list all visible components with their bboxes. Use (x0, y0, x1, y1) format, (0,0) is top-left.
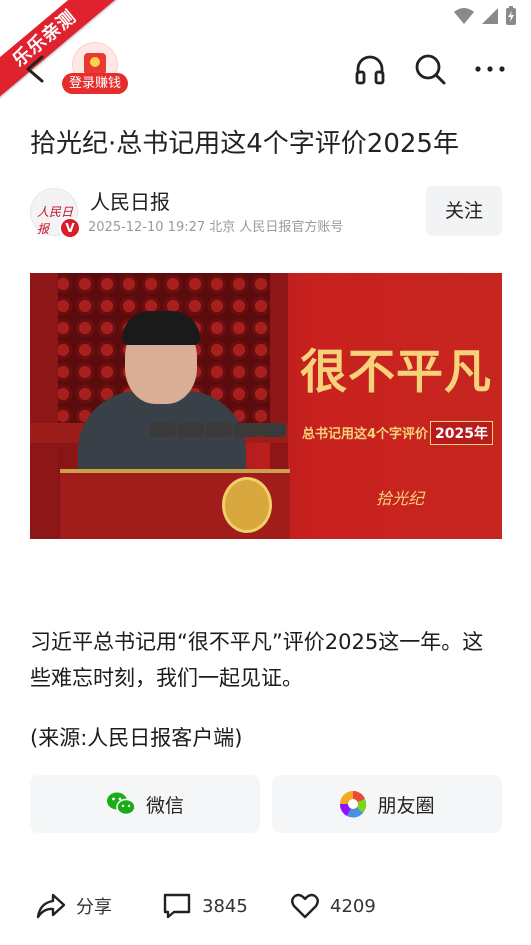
nav-actions (351, 50, 509, 88)
pillar (30, 273, 58, 539)
mic (234, 423, 260, 437)
share-wechat-label: 微信 (145, 794, 184, 817)
hero-headline: 很不平凡 (300, 345, 492, 400)
search-icon[interactable] (411, 50, 449, 88)
national-emblem-icon (222, 477, 272, 533)
share-moments-button[interactable]: 朋友圈 (272, 775, 502, 833)
hero-text-panel: 很不平凡 总书记用这4个字评价 2025年 拾光纪 (288, 273, 502, 539)
microphones (150, 423, 290, 463)
status-icons (453, 6, 517, 26)
speaker-hair (122, 311, 200, 345)
share-action[interactable]: 分享 (36, 892, 112, 920)
mic (178, 423, 204, 437)
comment-count: 3845 (202, 895, 248, 917)
author-name[interactable]: 人民日报 (90, 186, 170, 215)
nav-bar: 登录赚钱 (0, 40, 531, 96)
verified-badge-icon: V (59, 217, 81, 239)
wifi-icon (454, 8, 474, 24)
hero-subline: 总书记用这4个字评价 2025年 (302, 421, 494, 445)
share-row: 微信 朋友圈 (30, 775, 502, 833)
mic (260, 423, 286, 437)
article-source: (来源:人民日报客户端) (30, 726, 243, 750)
signal-icon (482, 8, 498, 24)
mic (150, 423, 176, 437)
login-earn-label: 登录赚钱 (62, 73, 128, 94)
avatar[interactable]: 人民日报 V (30, 188, 81, 239)
hero-image[interactable]: 很不平凡 总书记用这4个字评价 2025年 拾光纪 (30, 273, 502, 539)
back-icon[interactable] (22, 54, 48, 84)
comment-action[interactable]: 3845 (162, 892, 248, 920)
battery-icon (506, 6, 516, 25)
hero-seal: 拾光纪 (376, 489, 425, 508)
share-wechat-button[interactable]: 微信 (30, 775, 260, 833)
wechat-icon (106, 792, 136, 816)
hero-subline-text: 总书记用这4个字评价 (302, 427, 429, 442)
author-row: 人民日报 V 人民日报 2025-12-10 19:27 北京 人民日报官方账号… (30, 186, 502, 242)
comment-icon (163, 893, 191, 919)
bottom-action-bar: 分享 3845 4209 (0, 878, 531, 940)
follow-button[interactable]: 关注 (426, 186, 502, 236)
article-paragraph: 习近平总书记用“很不平凡”评价2025这一年。这些难忘时刻，我们一起见证。 (30, 630, 484, 690)
author-meta: 2025-12-10 19:27 北京 人民日报官方账号 (88, 220, 344, 235)
share-label: 分享 (76, 897, 112, 918)
mic (206, 423, 232, 437)
heart-icon (291, 893, 319, 919)
like-count: 4209 (330, 895, 376, 917)
login-earn-badge[interactable]: 登录赚钱 (62, 42, 128, 96)
more-icon[interactable] (471, 50, 509, 88)
like-action[interactable]: 4209 (290, 892, 376, 920)
hero-year: 2025年 (430, 421, 494, 445)
headphones-icon[interactable] (351, 50, 389, 88)
share-moments-label: 朋友圈 (377, 794, 435, 817)
moments-icon (340, 791, 367, 818)
article-title: 拾光纪·总书记用这4个字评价2025年 (30, 129, 459, 159)
share-icon (36, 893, 66, 919)
